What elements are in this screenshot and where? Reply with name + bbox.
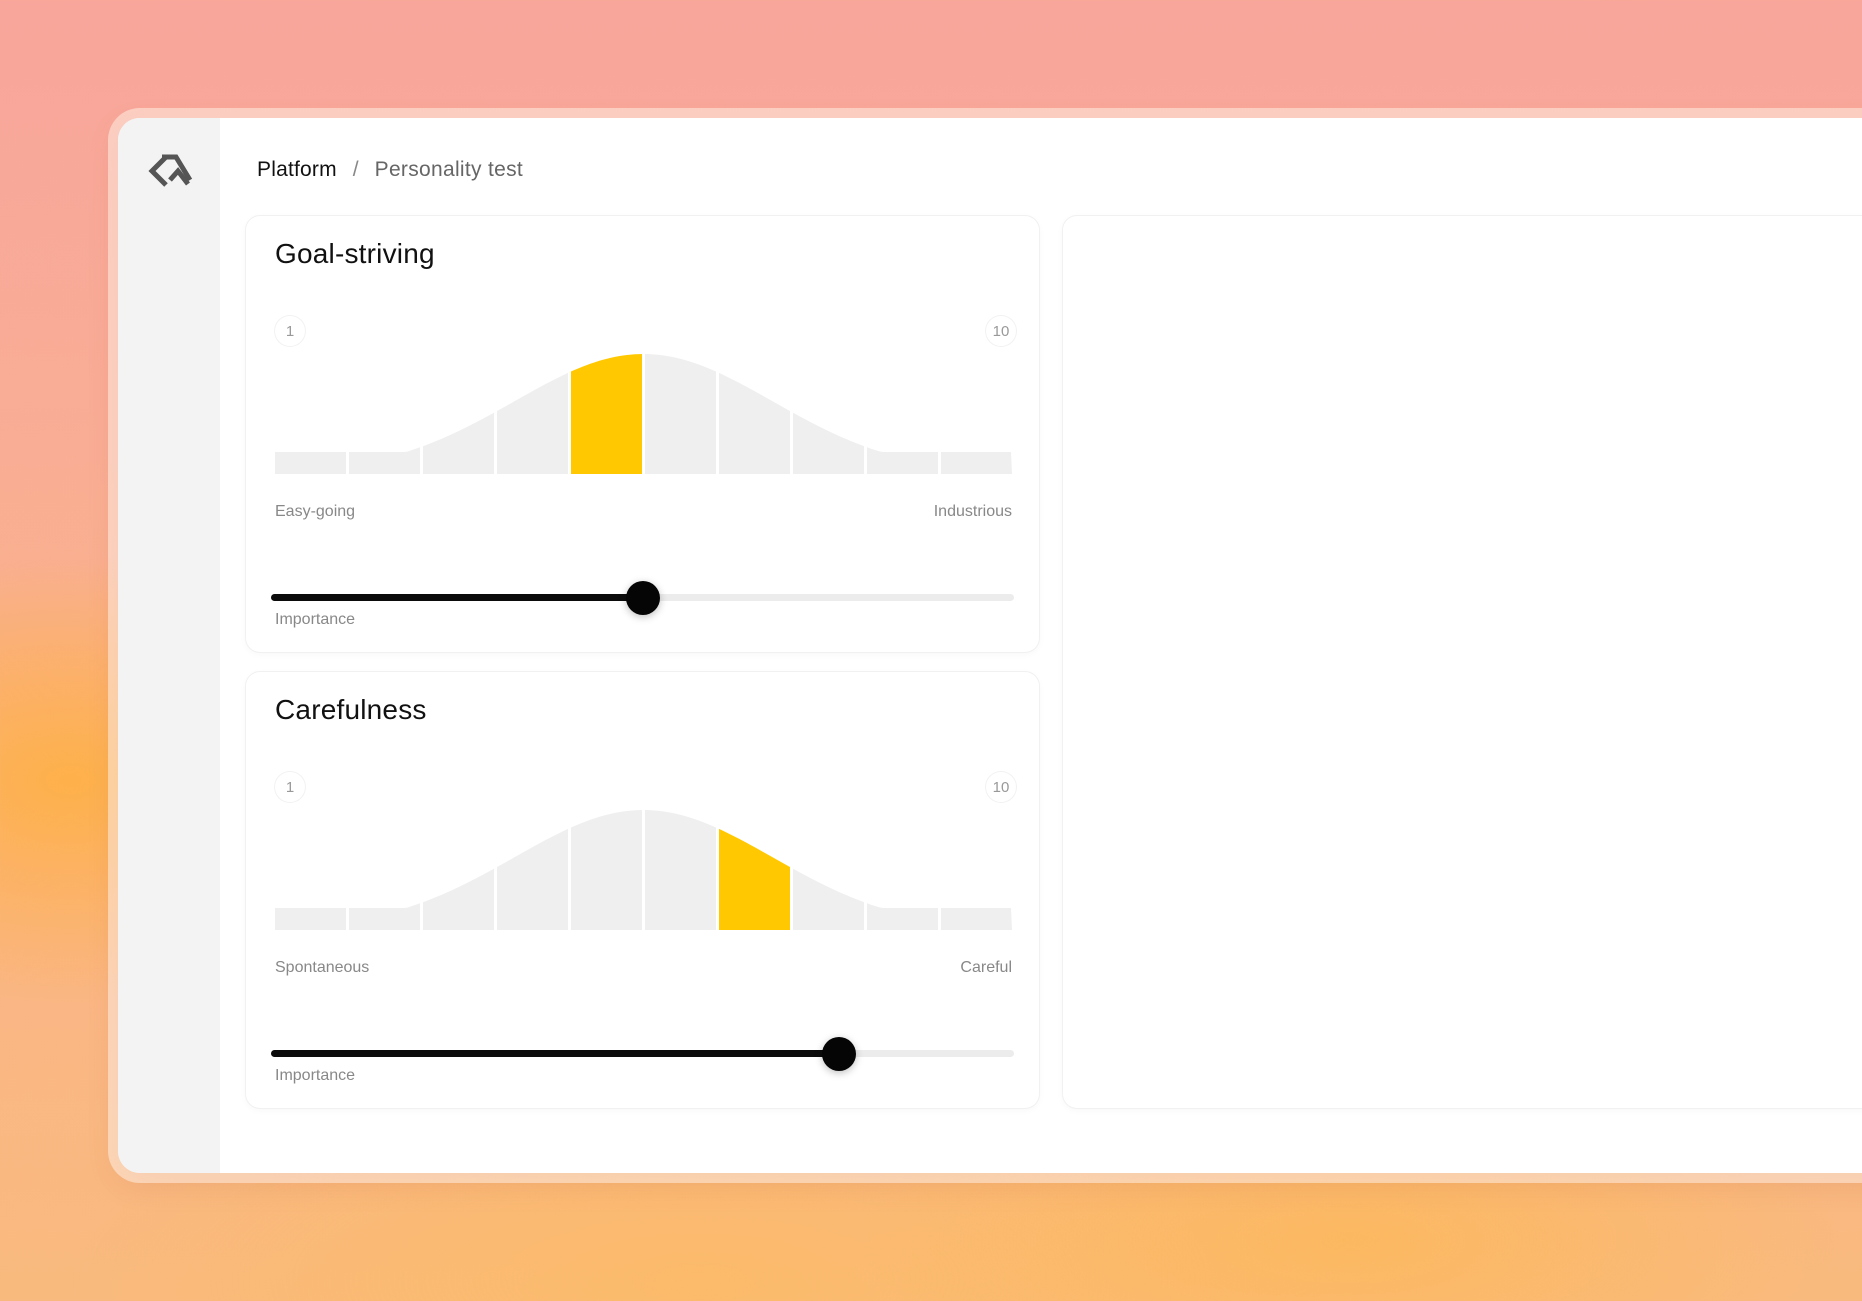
sidebar (118, 118, 220, 1173)
score-bar[interactable] (571, 792, 642, 930)
score-bar[interactable] (793, 792, 864, 930)
trait-card-carefulness: Carefulness 1 10 Spontaneous Careful Imp… (246, 672, 1039, 1108)
importance-label: Importance (275, 1067, 356, 1084)
score-bar[interactable] (349, 336, 420, 474)
score-bar[interactable] (941, 792, 1012, 930)
score-bar[interactable] (275, 792, 346, 930)
score-bar[interactable] (497, 792, 568, 930)
trait-title: Carefulness (275, 694, 427, 725)
score-bar[interactable] (867, 336, 938, 474)
right-pole-label: Industrious (933, 503, 1012, 520)
score-bar[interactable] (867, 792, 938, 930)
score-bar[interactable] (941, 336, 1012, 474)
breadcrumb-current-page: Personality test (374, 158, 524, 181)
app-window: Platform / Personality test Goal-strivin… (118, 118, 1862, 1173)
right-pole-label: Careful (960, 959, 1012, 976)
score-bar[interactable] (423, 336, 494, 474)
score-bar[interactable] (275, 336, 346, 474)
score-bar-selected[interactable] (719, 792, 790, 930)
score-bar[interactable] (349, 792, 420, 930)
slider-thumb[interactable] (625, 581, 660, 615)
trait-title: Goal-striving (275, 238, 435, 269)
left-pole-label: Spontaneous (275, 959, 370, 976)
left-pole-label: Easy-going (275, 503, 356, 520)
score-bar[interactable] (645, 336, 716, 474)
distribution-chart (275, 792, 1012, 930)
importance-label: Importance (275, 611, 356, 628)
score-bar[interactable] (793, 336, 864, 474)
breadcrumb-separator: / (352, 158, 359, 181)
importance-slider[interactable] (271, 1037, 1014, 1071)
distribution-chart (275, 336, 1012, 474)
slider-thumb[interactable] (822, 1037, 857, 1071)
slider-fill (271, 1050, 840, 1057)
score-bar[interactable] (719, 336, 790, 474)
score-bar[interactable] (423, 792, 494, 930)
score-bar[interactable] (497, 336, 568, 474)
breadcrumb-platform-link[interactable]: Platform (257, 158, 337, 182)
side-panel (1063, 216, 1862, 1108)
score-bar-selected[interactable] (571, 336, 642, 474)
slider-fill (271, 594, 643, 601)
diamond-logo-icon[interactable] (148, 153, 194, 199)
breadcrumb: Platform / Personality test (257, 158, 523, 182)
importance-slider[interactable] (271, 581, 1014, 615)
score-bar[interactable] (645, 792, 716, 930)
trait-card-goal-striving: Goal-striving 1 10 Easy-going Industriou… (246, 216, 1039, 652)
